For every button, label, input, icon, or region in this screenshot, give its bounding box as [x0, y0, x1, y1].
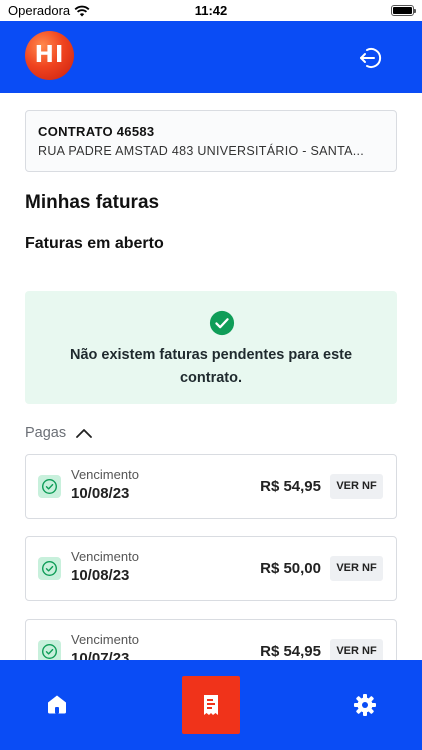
- gear-icon: [354, 694, 376, 716]
- logout-button[interactable]: [358, 45, 386, 71]
- brand-logo: HI: [25, 31, 74, 80]
- paid-check-icon: [38, 557, 61, 580]
- logout-icon: [360, 48, 382, 68]
- check-circle-icon: [209, 310, 235, 336]
- due-date-value: 10/08/23: [71, 567, 130, 584]
- paid-section-label: Pagas: [25, 425, 67, 441]
- nav-settings-button[interactable]: [353, 693, 377, 717]
- battery-icon: [391, 5, 416, 16]
- status-time: 11:42: [194, 3, 228, 18]
- due-date-label: Vencimento: [71, 467, 139, 482]
- view-invoice-button[interactable]: VER NF: [330, 556, 383, 581]
- app-header: HI: [0, 21, 422, 93]
- home-icon: [48, 695, 66, 714]
- bottom-nav: [0, 660, 422, 750]
- due-date-label: Vencimento: [71, 632, 139, 647]
- contract-address: RUA PADRE AMSTAD 483 UNIVERSITÁRIO - SAN…: [38, 144, 365, 158]
- due-date-value: 10/08/23: [71, 485, 130, 502]
- empty-state-message: Não existem faturas pendentes para este …: [69, 347, 353, 386]
- contract-title: CONTRATO 46583: [38, 124, 155, 139]
- invoice-amount: R$ 54,95: [260, 643, 321, 660]
- invoice-amount: R$ 50,00: [260, 560, 321, 577]
- invoice-card[interactable]: Vencimento 10/08/23 R$ 54,95 VER NF: [25, 454, 397, 519]
- status-bar: Operadora 11:42: [0, 0, 422, 21]
- logo-text: HI: [34, 42, 65, 68]
- invoice-card[interactable]: Vencimento 10/08/23 R$ 50,00 VER NF: [25, 536, 397, 601]
- due-date-label: Vencimento: [71, 549, 139, 564]
- receipt-icon: [204, 695, 218, 715]
- invoice-amount: R$ 54,95: [260, 478, 321, 495]
- contract-card[interactable]: CONTRATO 46583 RUA PADRE AMSTAD 483 UNIV…: [25, 110, 397, 172]
- empty-state-box: Não existem faturas pendentes para este …: [25, 291, 397, 404]
- nav-invoices-button[interactable]: [182, 676, 240, 734]
- view-invoice-button[interactable]: VER NF: [330, 474, 383, 499]
- nav-home-button[interactable]: [45, 693, 69, 715]
- app-screen: Operadora 11:42 HI CONTRATO 46583 RUA PA…: [0, 0, 422, 750]
- paid-check-icon: [38, 475, 61, 498]
- open-invoices-title: Faturas em aberto: [25, 235, 164, 252]
- chevron-up-icon: [76, 429, 93, 438]
- page-title: Minhas faturas: [25, 192, 160, 213]
- paid-section-toggle[interactable]: Pagas: [25, 423, 93, 443]
